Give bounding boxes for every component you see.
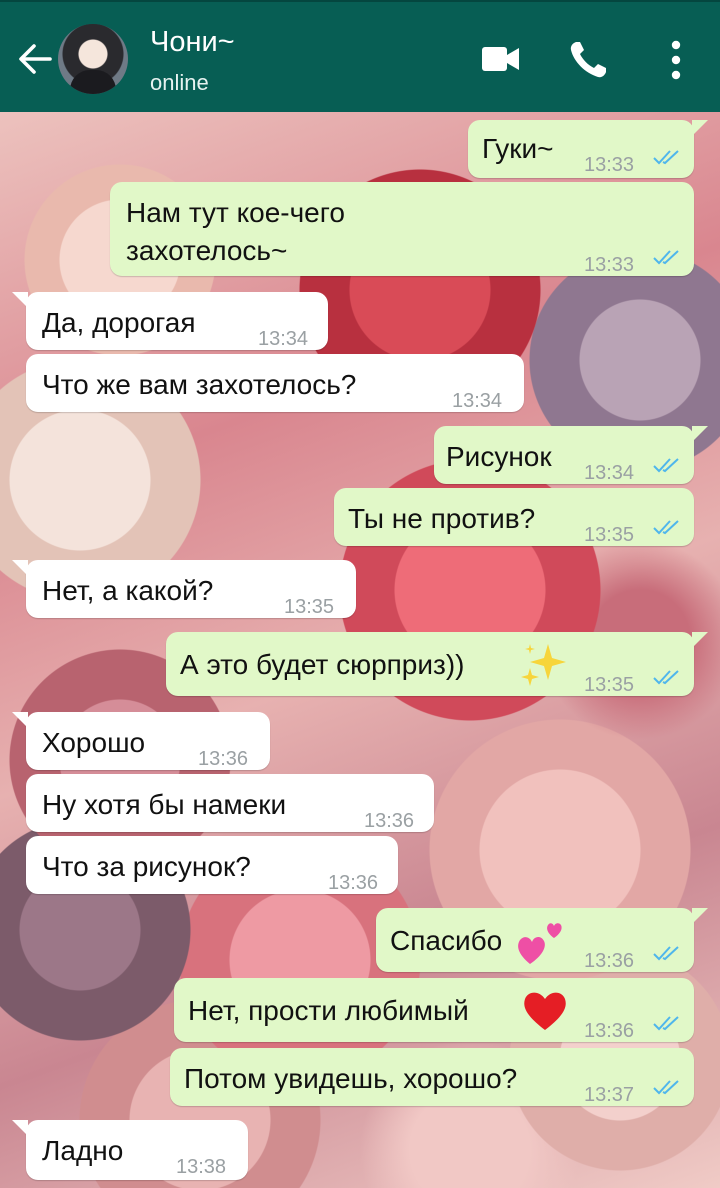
message-time: 13:36	[198, 748, 249, 770]
message-time: 13:33	[584, 254, 635, 276]
video-call-icon[interactable]	[482, 46, 520, 72]
message-time: 13:34	[452, 390, 503, 412]
outgoing-message[interactable]: А это будет сюрприз)) 13:35	[166, 632, 708, 696]
double-check-icon	[653, 1016, 679, 1031]
bubble-tail	[692, 908, 708, 924]
double-check-icon	[653, 1080, 679, 1095]
message-text: Нет, прости любимый	[188, 995, 469, 1026]
outgoing-message[interactable]: Ты не против? 13:35	[334, 488, 694, 546]
double-check-icon	[653, 520, 679, 535]
double-check-icon	[653, 670, 679, 685]
message-time: 13:36	[584, 950, 635, 972]
bubble-tail	[12, 292, 28, 308]
message-text: Что же вам захотелось?	[42, 369, 357, 400]
chat-header: Чони~ online	[0, 0, 720, 112]
message-text: Потом увидешь, хорошо?	[184, 1063, 518, 1094]
outgoing-message[interactable]: Спасибо 13:36	[376, 908, 708, 972]
message-time: 13:37	[584, 1084, 635, 1106]
message-text-line-1: Нам тут кое-чего	[126, 197, 345, 228]
message-time: 13:35	[584, 524, 635, 546]
message-text: Гуки~	[482, 133, 554, 164]
incoming-message[interactable]: Что за рисунок? 13:36	[26, 836, 398, 894]
message-time: 13:34	[258, 328, 309, 350]
outgoing-message[interactable]: Потом увидешь, хорошо? 13:37	[170, 1048, 694, 1106]
incoming-message[interactable]: Да, дорогая 13:34	[12, 292, 328, 350]
bubble-tail	[12, 560, 28, 576]
message-text: Ты не против?	[348, 503, 536, 534]
incoming-message[interactable]: Ну хотя бы намеки 13:36	[26, 774, 434, 832]
outgoing-message[interactable]: Рисунок 13:34	[434, 426, 708, 484]
outgoing-message[interactable]: Нам тут кое-чего захотелось~ 13:33	[110, 182, 694, 276]
contact-name[interactable]: Чони~	[150, 26, 235, 59]
message-time: 13:36	[328, 872, 379, 894]
red-heart-emoji	[524, 992, 566, 1030]
bubble-tail	[12, 1120, 28, 1136]
message-text: Да, дорогая	[42, 307, 196, 338]
outgoing-message[interactable]: Нет, прости любимый 13:36	[174, 978, 694, 1042]
bubble-tail	[692, 632, 708, 648]
message-text: Ну хотя бы намеки	[42, 789, 287, 820]
more-menu-icon[interactable]	[670, 40, 682, 80]
message-text: Хорошо	[42, 727, 146, 758]
message-time: 13:34	[584, 462, 635, 484]
incoming-message[interactable]: Хорошо 13:36	[12, 712, 270, 770]
message-time: 13:33	[584, 154, 635, 176]
message-time: 13:35	[284, 596, 335, 618]
phone-icon[interactable]	[568, 40, 608, 80]
incoming-message[interactable]: Ладно 13:38	[12, 1120, 248, 1180]
message-time: 13:35	[584, 674, 635, 696]
contact-status: online	[150, 70, 209, 95]
outgoing-message[interactable]: Гуки~ 13:33	[468, 120, 708, 178]
contact-avatar[interactable]	[58, 24, 128, 94]
two-hearts-emoji	[518, 923, 562, 964]
double-check-icon	[653, 150, 679, 165]
sparkles-emoji	[521, 644, 566, 686]
bubble-tail	[12, 712, 28, 728]
message-text: Что за рисунок?	[42, 851, 251, 882]
bubble-tail	[692, 426, 708, 442]
message-time: 13:38	[176, 1156, 227, 1178]
message-text: Спасибо	[390, 925, 503, 956]
double-check-icon	[653, 250, 679, 265]
incoming-message[interactable]: Нет, а какой? 13:35	[12, 560, 356, 618]
back-arrow-icon[interactable]	[16, 40, 54, 78]
message-text: Ладно	[42, 1135, 124, 1166]
incoming-message[interactable]: Что же вам захотелось? 13:34	[26, 354, 524, 412]
message-text-line-2: захотелось~	[126, 235, 288, 266]
double-check-icon	[653, 946, 679, 961]
message-text: Нет, а какой?	[42, 575, 214, 606]
double-check-icon	[653, 458, 679, 473]
message-time: 13:36	[584, 1020, 635, 1042]
message-text: Рисунок	[446, 441, 552, 472]
message-time: 13:36	[364, 810, 415, 832]
bubble-tail	[692, 120, 708, 136]
message-text: А это будет сюрприз))	[180, 649, 465, 680]
